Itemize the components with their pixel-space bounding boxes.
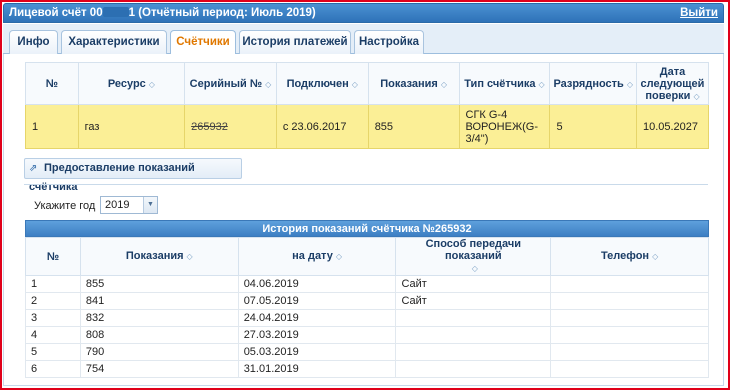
hist-reading: 790 <box>79 343 239 361</box>
meter-row[interactable]: 1 газ 265932 с 23.06.2017 855 СГК G-4 ВО… <box>25 104 710 149</box>
hist-method: Сайт <box>395 292 552 310</box>
hist-date: 31.01.2019 <box>237 360 397 378</box>
sort-icon: ◇ <box>148 79 155 89</box>
sort-icon: ◇ <box>265 79 272 89</box>
col-header-connected[interactable]: Подключен ◇ <box>275 62 369 105</box>
tab-bar: Инфо Характеристики Счётчики История пла… <box>3 24 724 56</box>
hist-num: 3 <box>25 309 81 327</box>
hist-phone <box>550 343 709 361</box>
tab-payment-history[interactable]: История платежей <box>239 30 351 55</box>
hist-reading: 832 <box>79 309 239 327</box>
submit-readings-button[interactable]: ⇗ Предоставление показаний счётчика <box>24 158 242 193</box>
col-header-digits[interactable]: Разрядность ◇ <box>549 62 637 105</box>
hist-method <box>395 309 552 327</box>
hist-num: 4 <box>25 326 81 344</box>
hist-reading: 841 <box>79 292 239 310</box>
hist-date: 27.03.2019 <box>237 326 397 344</box>
meter-table-header: № Ресурс ◇ Серийный № ◇ Подключен ◇ Показан… <box>25 62 710 105</box>
exit-link[interactable]: Выйти <box>680 7 718 19</box>
hist-header-reading[interactable]: Показания ◇ <box>79 237 239 276</box>
col-header-next-check[interactable]: Дата следующей поверки ◇ <box>635 62 710 105</box>
meter-num: 1 <box>25 104 79 149</box>
hist-date: 24.04.2019 <box>237 309 397 327</box>
hist-num: 6 <box>25 360 81 378</box>
sort-icon: ◇ <box>652 252 659 261</box>
hist-num: 1 <box>25 275 81 293</box>
redaction-mask <box>102 7 129 17</box>
sort-icon: ◇ <box>440 79 447 89</box>
col-header-resource[interactable]: Ресурс ◇ <box>77 62 186 105</box>
account-title: Лицевой счёт 00 1 (Отчётный период: Июль … <box>9 7 316 19</box>
hist-phone <box>550 275 709 293</box>
meter-reading: 855 <box>367 104 460 149</box>
hist-header-method[interactable]: Способ передачи показаний ◇ <box>395 237 552 276</box>
sort-icon: ◇ <box>471 264 478 273</box>
meter-table: № Ресурс ◇ Серийный № ◇ Подключен ◇ Показан… <box>25 62 710 149</box>
hist-num: 5 <box>25 343 81 361</box>
table-row[interactable]: 4 808 27.03.2019 <box>25 326 709 344</box>
col-header-reading[interactable]: Показания ◇ <box>367 62 460 105</box>
hist-reading: 754 <box>79 360 239 378</box>
hist-header-num: № <box>25 237 81 276</box>
hist-phone <box>550 360 709 378</box>
table-row[interactable]: 2 841 07.05.2019 Сайт <box>25 292 709 310</box>
col-header-num: № <box>25 62 79 105</box>
table-row[interactable]: 1 855 04.06.2019 Сайт <box>25 275 709 293</box>
meter-digits: 5 <box>549 104 637 149</box>
hist-phone <box>550 292 709 310</box>
hist-header-date[interactable]: на дату ◇ <box>237 237 397 276</box>
table-row[interactable]: 5 790 05.03.2019 <box>25 343 709 361</box>
table-row[interactable]: 6 754 31.01.2019 <box>25 360 709 378</box>
meter-connected: с 23.06.2017 <box>275 104 369 149</box>
hist-date: 04.06.2019 <box>237 275 397 293</box>
meter-serial: 265932 <box>184 104 277 149</box>
year-label: Укажите год <box>34 200 96 212</box>
hist-method <box>395 343 552 361</box>
meter-type: СГК G-4 ВОРОНЕЖ(G-3/4") <box>458 104 551 149</box>
history-table: № Показания ◇ на дату ◇ Способ передачи по… <box>25 237 709 378</box>
col-header-serial[interactable]: Серийный № ◇ <box>184 62 277 105</box>
hist-method <box>395 326 552 344</box>
hist-phone <box>550 309 709 327</box>
tab-settings[interactable]: Настройка <box>354 30 424 55</box>
hist-header-phone[interactable]: Телефон ◇ <box>550 237 709 276</box>
sort-icon: ◇ <box>351 79 358 89</box>
tab-info[interactable]: Инфо <box>9 30 58 55</box>
year-select[interactable]: 2019 ▼ <box>100 196 158 214</box>
hist-phone <box>550 326 709 344</box>
hist-num: 2 <box>25 292 81 310</box>
sort-icon: ◇ <box>626 79 633 89</box>
tab-meters[interactable]: Счётчики <box>170 30 236 56</box>
hist-method: Сайт <box>395 275 552 293</box>
chevron-down-icon[interactable]: ▼ <box>143 197 157 213</box>
window-titlebar: Лицевой счёт 00 1 (Отчётный период: Июль … <box>3 3 724 23</box>
table-row[interactable]: 3 832 24.04.2019 <box>25 309 709 327</box>
tab-characteristics[interactable]: Характеристики <box>61 30 167 55</box>
hist-reading: 808 <box>79 326 239 344</box>
hist-method <box>395 360 552 378</box>
hist-reading: 855 <box>79 275 239 293</box>
history-caption: История показаний счётчика №265932 <box>25 220 709 237</box>
meter-next-check: 10.05.2027 <box>635 104 710 149</box>
divider <box>24 184 708 185</box>
meters-panel: № Ресурс ◇ Серийный № ◇ Подключен ◇ Показан… <box>3 54 724 386</box>
sort-icon: ◇ <box>693 91 700 101</box>
meter-resource: газ <box>77 104 186 149</box>
sort-icon: ◇ <box>538 79 545 89</box>
hist-date: 07.05.2019 <box>237 292 397 310</box>
year-value: 2019 <box>105 199 130 211</box>
col-header-type[interactable]: Тип счётчика ◇ <box>458 62 551 105</box>
history-table-header: № Показания ◇ на дату ◇ Способ передачи по… <box>25 237 709 276</box>
sort-icon: ◇ <box>186 252 193 261</box>
hist-date: 05.03.2019 <box>237 343 397 361</box>
sort-icon: ◇ <box>335 252 342 261</box>
external-link-icon: ⇗ <box>29 163 38 174</box>
